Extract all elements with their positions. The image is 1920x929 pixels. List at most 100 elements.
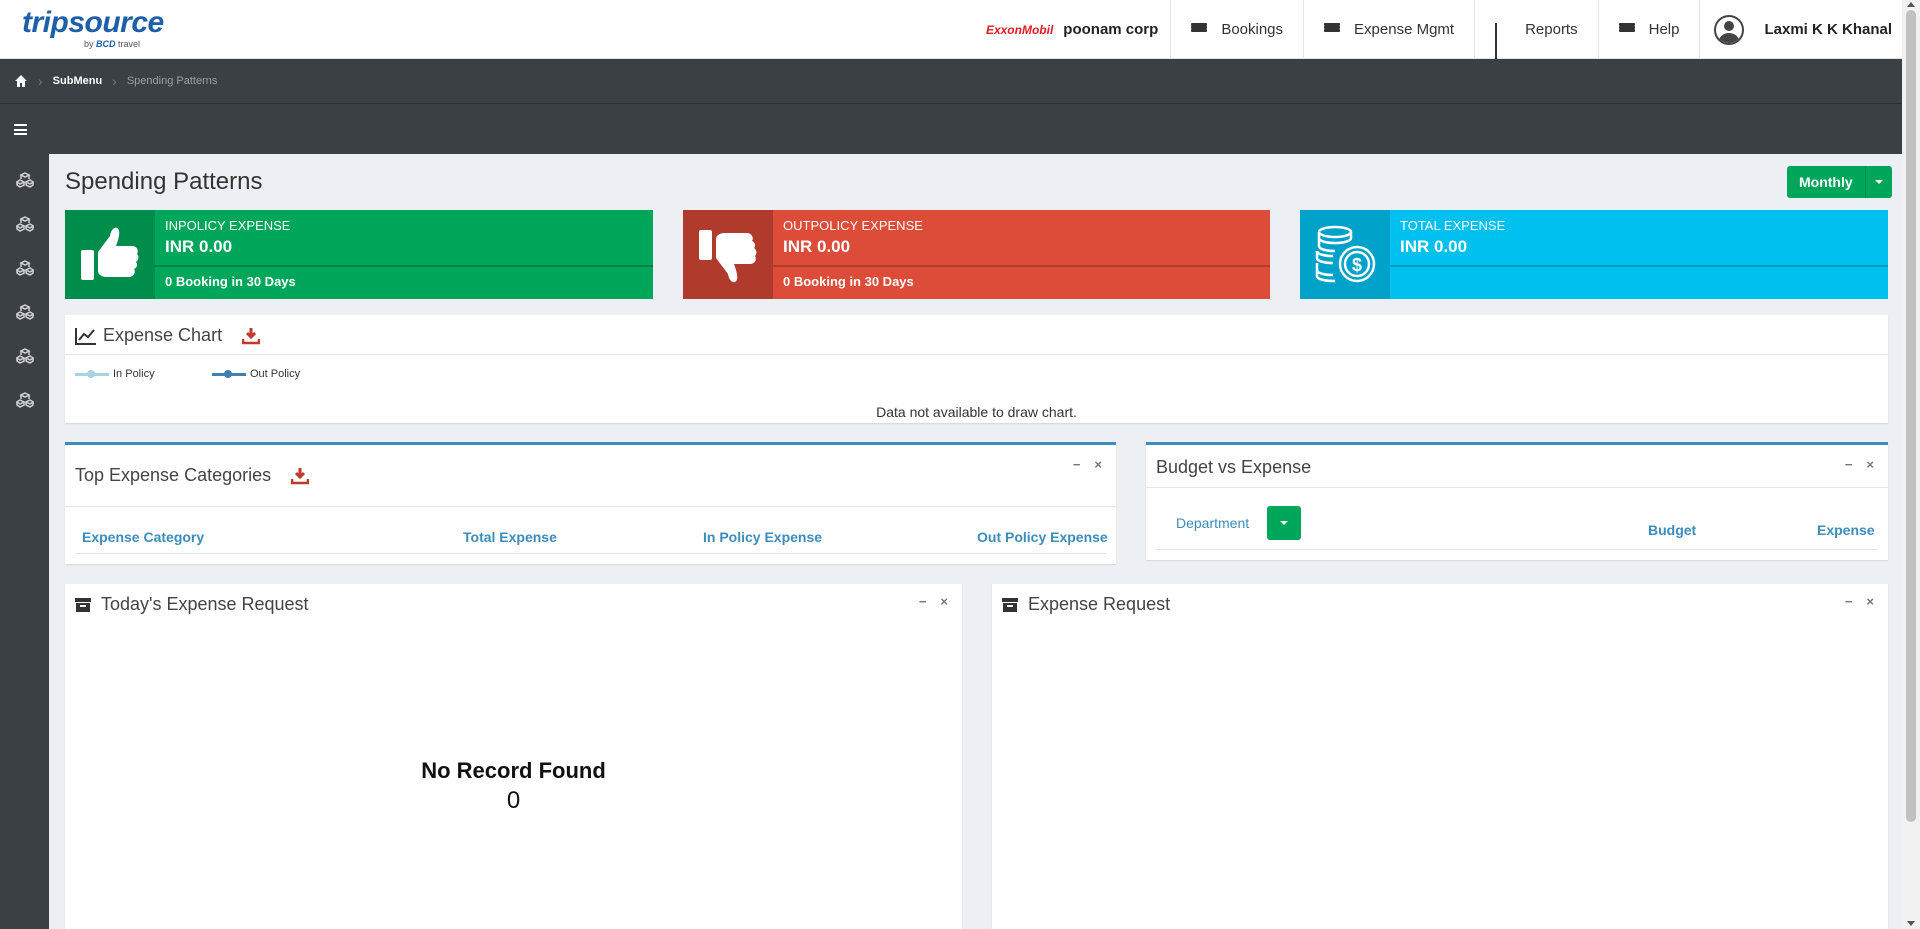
coins-icon: $ bbox=[1300, 210, 1390, 299]
column-header[interactable]: Total Expense bbox=[463, 529, 557, 545]
scroll-up-icon[interactable] bbox=[1907, 2, 1915, 7]
minimize-icon[interactable]: − bbox=[1845, 457, 1853, 472]
column-header[interactable]: In Policy Expense bbox=[703, 529, 822, 545]
logo-byline: by BCD travel bbox=[84, 39, 141, 49]
scroll-down-icon[interactable] bbox=[1907, 921, 1915, 926]
tripsource-logo[interactable]: tripsource by BCD travel bbox=[22, 8, 164, 50]
nav-reports-label: Reports bbox=[1525, 21, 1578, 38]
breadcrumb-separator: › bbox=[112, 73, 117, 89]
expense-request-box: Expense Request − × bbox=[992, 584, 1888, 929]
inpolicy-amount: INR 0.00 bbox=[165, 237, 233, 256]
outpolicy-title: OUTPOLICY EXPENSE bbox=[783, 218, 923, 233]
nav-bookings[interactable]: Bookings bbox=[1170, 0, 1303, 59]
hamburger-icon bbox=[1618, 23, 1635, 36]
close-icon[interactable]: × bbox=[1094, 457, 1102, 472]
expense-chart-title: Expense Chart bbox=[103, 325, 223, 345]
close-icon[interactable]: × bbox=[940, 594, 948, 609]
breadcrumb-separator: › bbox=[38, 73, 43, 89]
column-header[interactable]: Budget bbox=[1648, 522, 1696, 538]
vertical-scrollbar[interactable] bbox=[1902, 0, 1920, 929]
minimize-icon[interactable]: − bbox=[1073, 457, 1081, 472]
breadcrumb: › SubMenu › Spending Patterns bbox=[0, 59, 1902, 104]
bar-chart-icon bbox=[1495, 22, 1511, 69]
cubes-icon[interactable] bbox=[16, 392, 34, 408]
total-title: TOTAL EXPENSE bbox=[1400, 218, 1506, 233]
svg-text:$: $ bbox=[1352, 255, 1362, 275]
column-header[interactable]: Expense bbox=[1817, 522, 1875, 538]
user-menu[interactable]: Laxmi K K Khanal bbox=[1699, 0, 1902, 59]
record-count: 0 bbox=[506, 787, 521, 814]
nav-reports[interactable]: Reports bbox=[1474, 0, 1598, 69]
breadcrumb-current: Spending Patterns bbox=[126, 75, 218, 87]
hamburger-icon bbox=[1324, 23, 1341, 36]
period-button[interactable]: Monthly bbox=[1787, 166, 1866, 198]
company-name: poonam corp bbox=[1063, 21, 1159, 38]
download-icon[interactable] bbox=[242, 327, 261, 345]
period-caret-button[interactable] bbox=[1865, 166, 1892, 198]
breadcrumb-submenu[interactable]: SubMenu bbox=[53, 75, 103, 87]
inpolicy-title: INPOLICY EXPENSE bbox=[165, 218, 291, 233]
left-sidebar bbox=[0, 154, 49, 929]
outpolicy-expense-box: OUTPOLICY EXPENSE INR 0.00 0 Booking in … bbox=[683, 210, 1270, 299]
department-dropdown-button[interactable] bbox=[1267, 506, 1301, 540]
nav-expense-mgmt-label: Expense Mgmt bbox=[1354, 21, 1455, 38]
inpolicy-footer: 0 Booking in 30 Days bbox=[165, 274, 296, 289]
box-tools: − × bbox=[1845, 594, 1874, 609]
nav-help[interactable]: Help bbox=[1597, 0, 1700, 59]
legend-out-policy-label: Out Policy bbox=[250, 368, 301, 380]
top-navbar: tripsource by BCD travel ExxonMobil poon… bbox=[0, 0, 1902, 69]
legend-out-policy[interactable]: Out Policy bbox=[212, 368, 300, 380]
outpolicy-footer: 0 Booking in 30 Days bbox=[783, 274, 914, 289]
department-label: Department bbox=[1176, 515, 1250, 531]
nav-bookings-label: Bookings bbox=[1221, 21, 1284, 38]
download-icon[interactable] bbox=[291, 467, 310, 485]
column-header[interactable]: Expense Category bbox=[82, 529, 204, 545]
total-amount: INR 0.00 bbox=[1400, 237, 1468, 256]
nav-right: ExxonMobil poonam corp Bookings Expense … bbox=[985, 0, 1902, 69]
top-categories-header: Top Expense Categories bbox=[75, 465, 310, 486]
minimize-icon[interactable]: − bbox=[919, 594, 927, 609]
top-categories-box: Top Expense Categories − × Expense Categ… bbox=[65, 442, 1116, 564]
todays-request-box: Today's Expense Request − × No Record Fo… bbox=[65, 584, 962, 929]
legend-swatch-in-policy bbox=[75, 369, 109, 379]
company-logo: ExxonMobil bbox=[985, 22, 1054, 37]
archive-icon bbox=[1002, 597, 1018, 612]
nav-expense-mgmt[interactable]: Expense Mgmt bbox=[1303, 0, 1474, 59]
expense-request-title: Expense Request bbox=[1028, 594, 1171, 614]
archive-icon bbox=[75, 597, 91, 612]
close-icon[interactable]: × bbox=[1866, 457, 1874, 472]
budget-title: Budget vs Expense bbox=[1156, 457, 1312, 477]
caret-down-icon bbox=[1280, 521, 1288, 525]
outpolicy-amount: INR 0.00 bbox=[783, 237, 851, 256]
budget-vs-expense-box: Budget vs Expense − × Department Budget … bbox=[1146, 442, 1888, 560]
user-name: Laxmi K K Khanal bbox=[1764, 21, 1892, 38]
budget-header: Budget vs Expense bbox=[1156, 457, 1311, 478]
thumbs-down-icon bbox=[683, 210, 773, 299]
legend-in-policy-label: In Policy bbox=[113, 368, 155, 380]
legend-swatch-out-policy bbox=[212, 369, 246, 379]
top-categories-title: Top Expense Categories bbox=[75, 465, 272, 485]
page-title: Spending Patterns bbox=[65, 168, 263, 195]
line-chart-icon bbox=[75, 327, 96, 345]
legend-in-policy[interactable]: In Policy bbox=[75, 368, 155, 380]
cubes-icon[interactable] bbox=[16, 304, 34, 320]
todays-request-header: Today's Expense Request bbox=[75, 594, 309, 615]
period-dropdown[interactable]: Monthly bbox=[1787, 166, 1892, 198]
cubes-icon[interactable] bbox=[16, 216, 34, 232]
sidebar-toggle-icon[interactable] bbox=[14, 124, 27, 135]
cubes-icon[interactable] bbox=[16, 348, 34, 364]
no-record-title: No Record Found bbox=[421, 758, 606, 783]
caret-down-icon bbox=[1874, 180, 1883, 184]
cubes-icon[interactable] bbox=[16, 172, 34, 188]
minimize-icon[interactable]: − bbox=[1845, 594, 1853, 609]
home-icon[interactable] bbox=[14, 74, 28, 88]
cubes-icon[interactable] bbox=[16, 260, 34, 276]
hamburger-icon bbox=[1191, 23, 1208, 36]
close-icon[interactable]: × bbox=[1866, 594, 1874, 609]
box-tools: − × bbox=[919, 594, 948, 609]
scrollbar-thumb[interactable] bbox=[1906, 10, 1916, 822]
expense-request-header: Expense Request bbox=[1002, 594, 1170, 615]
box-tools: − × bbox=[1845, 457, 1874, 472]
expense-chart-box: Expense Chart In Policy Out Policy Data … bbox=[65, 315, 1888, 423]
column-header[interactable]: Out Policy Expense bbox=[977, 529, 1108, 545]
